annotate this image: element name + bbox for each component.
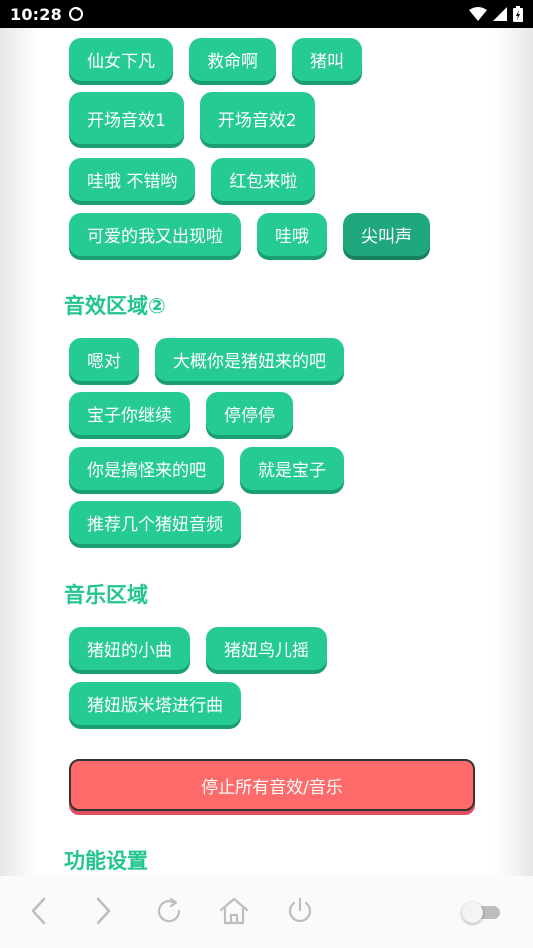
stop-all-button[interactable]: 停止所有音效/音乐 [69,759,475,811]
battery-icon [513,6,523,22]
sfx-button[interactable]: 猪叫 [292,38,362,81]
toggle-switch[interactable] [462,902,500,923]
sfx-button[interactable]: 大概你是猪妞来的吧 [155,338,344,381]
sfx-button[interactable]: 可爱的我又出现啦 [69,213,241,256]
sfx-button[interactable]: 嗯对 [69,338,139,381]
sfx-row-1: 仙女下凡 救命啊 猪叫 [69,38,362,81]
sfx-row-3: 哇哦 不错哟 红包来啦 [69,158,316,201]
page-content: 仙女下凡 救命啊 猪叫 开场音效1 开场音效2 哇哦 不错哟 红包来啦 可爱的我… [0,28,533,876]
music-row-1: 猪妞的小曲 猪妞鸟儿摇 [69,627,327,670]
sfx-button[interactable]: 开场音效1 [69,92,184,144]
back-icon[interactable] [28,896,50,926]
sfx-button[interactable]: 救命啊 [189,38,276,81]
section-title-settings: 功能设置 [64,849,148,873]
sfx-button[interactable]: 仙女下凡 [69,38,173,81]
sfx-button[interactable]: 开场音效2 [199,92,315,144]
sfx-button[interactable]: 宝子你继续 [69,392,190,435]
sfx-row-2: 开场音效1 开场音效2 [69,92,315,144]
music-row-2: 猪妞版米塔进行曲 [69,682,241,725]
sfx2-row-4: 推荐几个猪妞音频 [69,501,241,544]
sfx-row-4: 可爱的我又出现啦 哇哦 尖叫声 [69,213,430,256]
refresh-icon[interactable] [154,896,184,926]
bottom-nav-bar [0,876,533,948]
sfx-button[interactable]: 哇哦 不错哟 [69,158,196,201]
home-icon[interactable] [218,896,250,926]
section-title-music: 音乐区域 [64,583,148,607]
sfx2-row-3: 你是搞怪来的吧 就是宝子 [69,447,344,490]
sfx-button[interactable]: 推荐几个猪妞音频 [69,501,241,544]
music-button[interactable]: 猪妞的小曲 [69,627,190,670]
power-icon[interactable] [285,896,315,926]
music-button[interactable]: 猪妞鸟儿摇 [206,627,327,670]
sfx2-row-2: 宝子你继续 停停停 [69,392,293,435]
sfx-button[interactable]: 红包来啦 [211,158,316,201]
forward-icon[interactable] [92,896,114,926]
sfx-button[interactable]: 就是宝子 [240,447,344,490]
signal-icon [493,7,507,21]
status-time: 10:28 [10,4,62,24]
section-title-sfx-2: 音效区域② [64,294,166,318]
sync-icon [68,6,84,22]
sfx-button-active[interactable]: 尖叫声 [343,213,430,256]
sfx-button[interactable]: 你是搞怪来的吧 [69,447,224,490]
sfx-button[interactable]: 停停停 [206,392,293,435]
sfx-button[interactable]: 哇哦 [257,213,327,256]
toggle-knob [462,902,483,923]
sfx2-row-1: 嗯对 大概你是猪妞来的吧 [69,338,344,381]
content-card: 仙女下凡 救命啊 猪叫 开场音效1 开场音效2 哇哦 不错哟 红包来啦 可爱的我… [40,28,493,876]
status-bar: 10:28 [0,0,533,28]
music-button[interactable]: 猪妞版米塔进行曲 [69,682,241,725]
wifi-icon [469,7,487,21]
